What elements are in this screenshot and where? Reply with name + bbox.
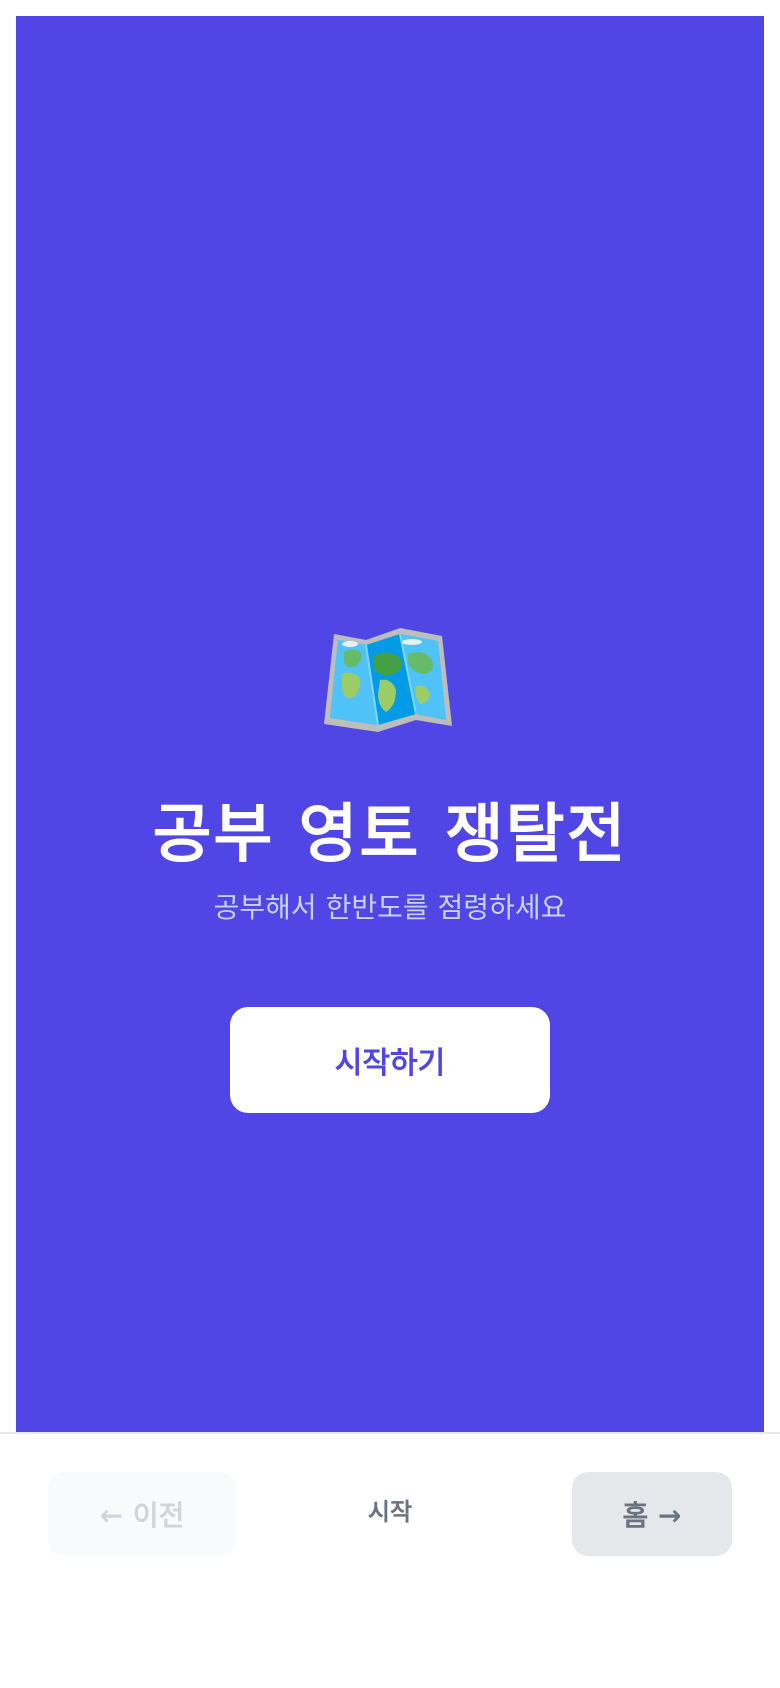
home-button[interactable]: 홈 → <box>572 1472 732 1556</box>
bottom-navigation: ← 이전 시작 홈 → <box>0 1432 780 1688</box>
app-title: 공부 영토 쟁탈전 <box>152 798 628 872</box>
step-label: 시작 <box>367 1498 413 1526</box>
app-subtitle: 공부해서 한반도를 점령하세요 <box>213 891 567 924</box>
start-button[interactable]: 시작하기 <box>230 1007 550 1113</box>
world-map-icon <box>324 628 452 732</box>
prev-button[interactable]: ← 이전 <box>48 1472 236 1556</box>
